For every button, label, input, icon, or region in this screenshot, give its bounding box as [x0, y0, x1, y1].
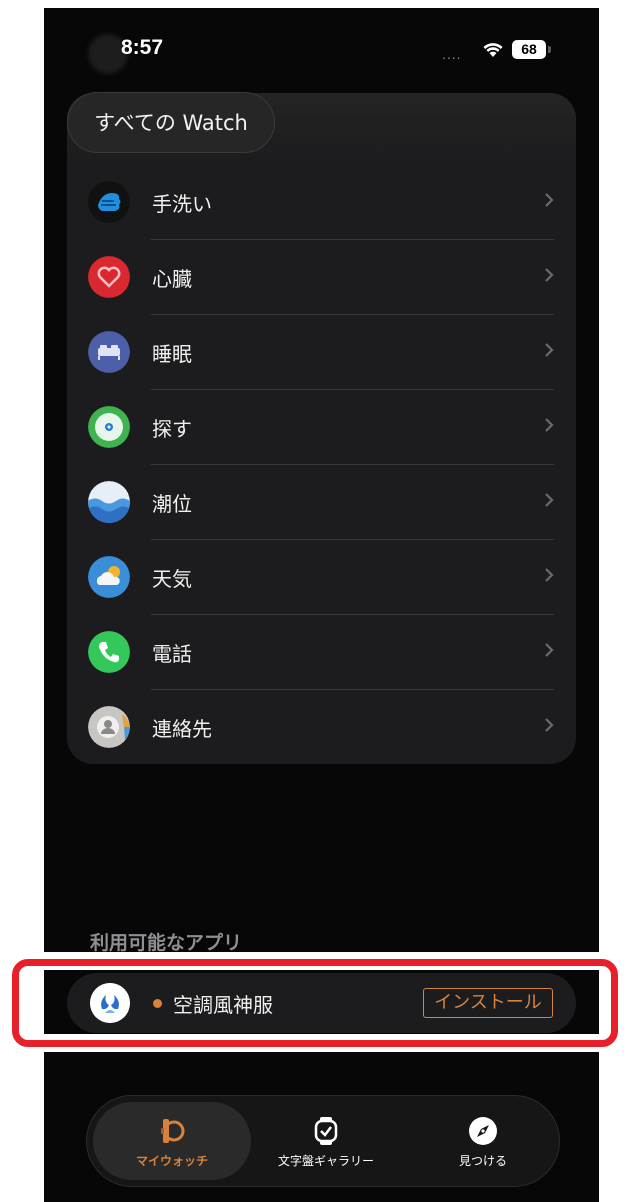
tab-face-gallery[interactable]: 文字盤ギャラリー: [261, 1102, 391, 1180]
chevron-right-icon: [545, 493, 554, 507]
phone-screen: 8:57 .... 68 手洗い 心臓 睡眠 探す 潮位 天気 電話 連絡先 す…: [44, 8, 599, 1202]
tab-label: 見つける: [458, 1154, 507, 1168]
list-item-weather[interactable]: 天気: [67, 540, 576, 615]
compass-icon: [469, 1117, 497, 1145]
list-item-contacts[interactable]: 連絡先: [67, 690, 576, 764]
handwashing-icon: [88, 181, 130, 223]
list-item-label: 連絡先: [152, 717, 212, 741]
new-app-dot-indicator: [153, 999, 162, 1008]
list-item-heart[interactable]: 心臓: [67, 240, 576, 315]
chevron-right-icon: [545, 568, 554, 582]
tides-icon: [88, 481, 130, 523]
contacts-icon: [88, 706, 130, 748]
chevron-right-icon: [545, 718, 554, 732]
kucho-fujin-app-icon: [90, 983, 130, 1023]
list-item-label: 潮位: [152, 492, 192, 516]
all-watches-button[interactable]: すべての Watch: [67, 92, 275, 153]
chevron-right-icon: [545, 193, 554, 207]
chevron-right-icon: [545, 643, 554, 657]
tab-discover[interactable]: 見つける: [413, 1102, 553, 1180]
list-item-label: 探す: [152, 417, 192, 441]
tab-my-watch[interactable]: マイウォッチ: [93, 1102, 251, 1180]
available-apps-header: 利用可能なアプリ: [90, 932, 243, 954]
wifi-icon: [483, 43, 503, 57]
install-button[interactable]: インストール: [423, 988, 553, 1018]
list-item-findmy[interactable]: 探す: [67, 390, 576, 465]
list-item-label: 電話: [152, 642, 192, 666]
available-app-item: 空調風神服 インストール: [67, 973, 576, 1033]
watch-apps-list: 手洗い 心臓 睡眠 探す 潮位 天気 電話 連絡先: [67, 93, 576, 764]
chevron-right-icon: [545, 343, 554, 357]
chevron-right-icon: [545, 418, 554, 432]
list-item-label: 心臓: [152, 267, 192, 291]
findmy-icon: [88, 406, 130, 448]
list-item-phone[interactable]: 電話: [67, 615, 576, 690]
status-bar: 8:57 .... 68: [44, 8, 599, 92]
tab-bar: マイウォッチ 文字盤ギャラリー 見つける: [86, 1095, 560, 1187]
list-item-tides[interactable]: 潮位: [67, 465, 576, 540]
watch-face-icon: [314, 1117, 338, 1145]
cellular-signal: ....: [442, 46, 462, 62]
tab-label: 文字盤ギャラリー: [277, 1154, 374, 1168]
list-item-sleep[interactable]: 睡眠: [67, 315, 576, 390]
battery-level: 68: [512, 40, 546, 59]
list-item-label: 天気: [152, 567, 192, 591]
watch-side-icon: [161, 1119, 185, 1143]
chevron-right-icon: [545, 268, 554, 282]
weather-icon: [88, 556, 130, 598]
bed-icon: [88, 331, 130, 373]
tab-label: マイウォッチ: [135, 1154, 208, 1168]
list-item-handwashing[interactable]: 手洗い: [67, 165, 576, 240]
status-time: 8:57: [121, 36, 164, 59]
heart-icon: [88, 256, 130, 298]
list-item-label: 手洗い: [152, 192, 212, 216]
page-margin-top: [0, 952, 632, 970]
page-margin-bottom: [0, 1034, 632, 1052]
list-item-label: 睡眠: [152, 342, 192, 366]
phone-icon: [88, 631, 130, 673]
battery-tip-icon: [548, 46, 551, 53]
available-app-name: 空調風神服: [173, 993, 273, 1017]
